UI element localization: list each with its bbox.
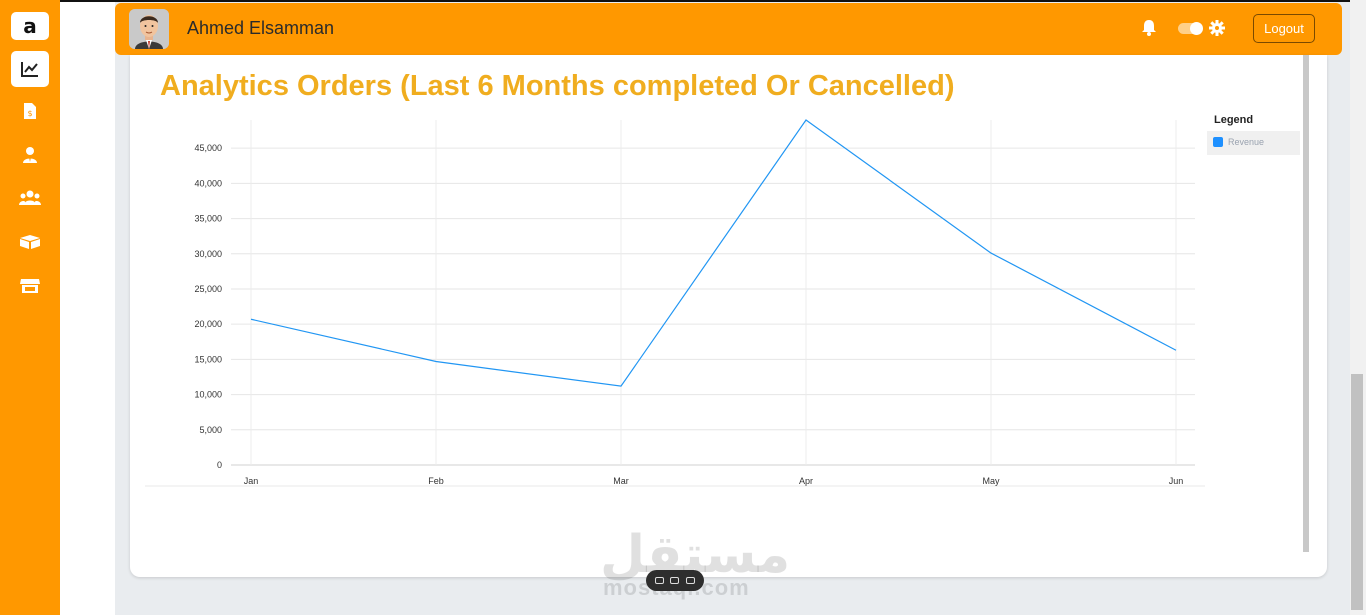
username: Ahmed Elsamman (187, 18, 335, 38)
y-tick-label: 40,000 (194, 178, 222, 188)
sidebar-item-invoices[interactable]: $ (11, 96, 49, 126)
y-tick-label: 35,000 (194, 214, 222, 224)
y-tick-label: 5,000 (199, 425, 222, 435)
y-tick-label: 25,000 (194, 284, 222, 294)
x-tick-label: Jun (1169, 476, 1184, 486)
chart-series (250, 119, 1177, 387)
sidebar-item-stores[interactable] (11, 271, 49, 301)
x-tick-label: Feb (428, 476, 444, 486)
x-tick-label: Mar (613, 476, 629, 486)
top-border (60, 0, 1350, 2)
floating-toolbar (646, 570, 704, 591)
y-tick-label: 30,000 (194, 249, 222, 259)
y-tick-label: 10,000 (194, 390, 222, 400)
legend-label: Revenue (1228, 137, 1265, 147)
amazon-logo[interactable]: a (11, 12, 49, 40)
invoice-dollar-icon: $ (24, 103, 36, 119)
series-line-revenue[interactable] (250, 119, 1177, 387)
legend-item-revenue[interactable]: Revenue (1207, 131, 1300, 155)
sidebar-gutter (60, 0, 115, 615)
y-tick-label: 15,000 (194, 354, 222, 364)
sidebar-item-analytics[interactable] (11, 51, 49, 87)
comment-icon[interactable] (655, 577, 665, 584)
svg-text:$: $ (27, 109, 32, 118)
x-axis-labels: Jan Feb Mar Apr May Jun (244, 476, 1184, 486)
logo-letter: a (23, 14, 37, 38)
sidebar: a $ (0, 0, 60, 615)
sidebar-item-users[interactable] (11, 183, 49, 213)
settings-icon[interactable] (685, 577, 695, 584)
x-tick-label: May (982, 476, 1000, 486)
legend-title: Legend (1214, 114, 1254, 126)
store-icon (20, 279, 40, 293)
logout-button[interactable]: Logout (1253, 14, 1315, 43)
sidebar-item-admins[interactable] (11, 140, 49, 170)
page-scrollbar-thumb[interactable] (1351, 374, 1363, 610)
gear-icon[interactable] (1209, 20, 1225, 36)
y-axis-labels: 0 5,000 10,000 15,000 20,000 25,000 30,000 35,0… (194, 143, 222, 470)
theme-toggle[interactable] (1178, 22, 1203, 35)
watermark: مستقل mostaql.com (600, 525, 790, 605)
chart-line-icon (21, 62, 38, 77)
x-tick-label: Jan (244, 476, 259, 486)
avatar-image (129, 9, 169, 49)
sidebar-item-products[interactable] (11, 227, 49, 257)
legend-swatch (1213, 137, 1223, 147)
y-tick-label: 0 (217, 460, 222, 470)
top-header: Ahmed Elsamman Logout (115, 3, 1342, 55)
boxes-icon (20, 235, 40, 249)
bell-icon[interactable] (1141, 19, 1157, 36)
user-tie-icon (23, 147, 37, 163)
toggle-icon[interactable] (670, 577, 680, 584)
x-tick-label: Apr (799, 476, 813, 486)
y-tick-label: 45,000 (194, 143, 222, 153)
avatar[interactable] (129, 9, 169, 49)
y-tick-label: 20,000 (194, 319, 222, 329)
chart-grid (145, 120, 1205, 487)
card-scrollbar[interactable] (1303, 55, 1309, 552)
users-icon (19, 190, 41, 205)
analytics-line-chart: 0 5,000 10,000 15,000 20,000 25,000 30,000 35,0… (145, 119, 1205, 487)
chart-title: Analytics Orders (Last 6 Months complete… (160, 70, 955, 102)
